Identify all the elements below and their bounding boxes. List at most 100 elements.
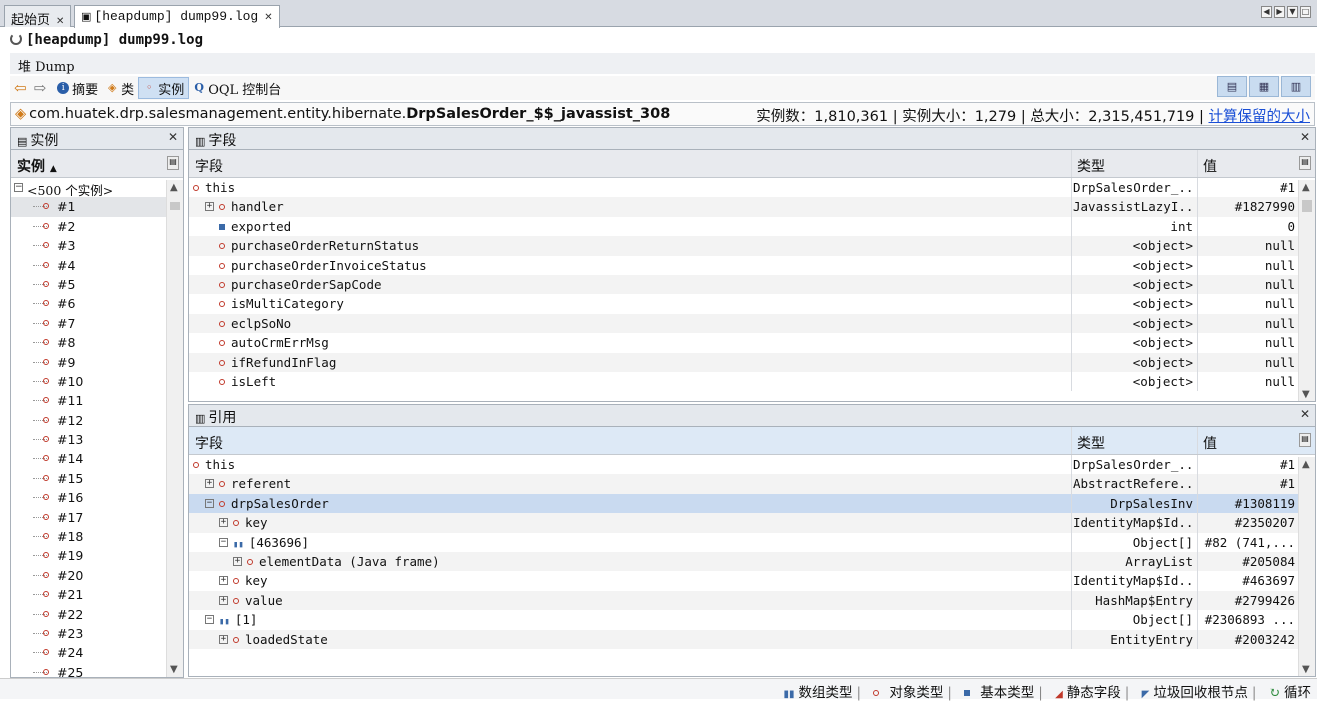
table-row[interactable]: + referent AbstractRefere... #1 bbox=[189, 474, 1315, 494]
instance-item[interactable]: #23 bbox=[11, 624, 183, 643]
table-row[interactable]: − ▮▮ [463696] Object[] #82 (741,... bbox=[189, 532, 1315, 552]
instance-item[interactable]: #15 bbox=[11, 469, 183, 488]
instance-item[interactable]: #22 bbox=[11, 605, 183, 624]
table-row[interactable]: − drpSalesOrder DrpSalesInv #1308119 bbox=[189, 493, 1315, 514]
instances-column-header[interactable]: 实例 ▲ ▤ bbox=[11, 150, 183, 178]
instance-item[interactable]: #13 bbox=[11, 430, 183, 449]
value-column-header[interactable]: 值 bbox=[1203, 433, 1217, 453]
table-row[interactable]: + value HashMap$Entry #2799426 bbox=[189, 590, 1315, 611]
instance-item[interactable]: #18 bbox=[11, 527, 183, 546]
close-icon[interactable]: ✕ bbox=[264, 12, 272, 23]
expand-icon[interactable]: + bbox=[205, 202, 214, 212]
value-column-header[interactable]: 值 bbox=[1203, 156, 1217, 176]
table-row[interactable]: isMultiCategory <object> null bbox=[189, 294, 1315, 314]
instance-item[interactable]: #10 bbox=[11, 372, 183, 391]
instance-item[interactable]: #6 bbox=[11, 294, 183, 313]
field-column-header[interactable]: 字段 bbox=[195, 433, 223, 453]
fields-scrollbar[interactable]: ▲ ▼ bbox=[1298, 180, 1315, 401]
field-column-header[interactable]: 字段 bbox=[195, 156, 223, 176]
oql-console-button[interactable]: Q OQL 控制台 bbox=[189, 77, 285, 99]
instance-item[interactable]: #9 bbox=[11, 353, 183, 372]
column-options-icon[interactable]: ▤ bbox=[1299, 156, 1311, 170]
instance-item[interactable]: #2 bbox=[11, 217, 183, 236]
type-column-header[interactable]: 类型 bbox=[1077, 156, 1105, 176]
instances-scrollbar[interactable]: ▲ ▼ bbox=[166, 180, 183, 677]
close-icon[interactable]: ✕ bbox=[1300, 130, 1310, 144]
table-row[interactable]: this DrpSalesOrder_... #1 bbox=[189, 178, 1315, 198]
classes-button[interactable]: ◈ 类 bbox=[102, 77, 138, 99]
expand-icon[interactable]: + bbox=[205, 479, 214, 489]
collapse-icon[interactable]: − bbox=[14, 183, 23, 192]
view-fields-icon[interactable]: ▦ bbox=[1249, 76, 1279, 97]
scroll-thumb[interactable] bbox=[1302, 200, 1312, 212]
collapse-icon[interactable]: − bbox=[205, 498, 214, 508]
instance-item[interactable]: #12 bbox=[11, 411, 183, 430]
column-options-icon[interactable]: ▤ bbox=[167, 156, 179, 170]
table-row[interactable]: this DrpSalesOrder_... #1 bbox=[189, 455, 1315, 475]
close-icon[interactable]: ✕ bbox=[168, 130, 178, 144]
instance-item[interactable]: #17 bbox=[11, 508, 183, 527]
instance-root[interactable]: − <500 个实例> bbox=[11, 178, 183, 198]
maximize-icon[interactable]: □ bbox=[1300, 6, 1311, 18]
table-row[interactable]: exported int 0 bbox=[189, 216, 1315, 237]
tab-start-page[interactable]: 起始页 ✕ bbox=[4, 5, 72, 28]
table-row[interactable]: − ▮▮ [1] Object[] #2306893 ... bbox=[189, 610, 1315, 630]
view-references-icon[interactable]: ▥ bbox=[1281, 76, 1311, 97]
view-details-icon[interactable]: ▤ bbox=[1217, 76, 1247, 97]
instance-item[interactable]: #3 bbox=[11, 236, 183, 255]
scroll-down-icon[interactable]: ▼ bbox=[1302, 664, 1310, 675]
instance-item[interactable]: #4 bbox=[11, 256, 183, 275]
table-row[interactable]: ifRefundInFlag <object> null bbox=[189, 352, 1315, 372]
collapse-icon[interactable]: − bbox=[205, 615, 214, 625]
collapse-icon[interactable]: − bbox=[219, 537, 228, 547]
references-scrollbar[interactable]: ▲ ▼ bbox=[1298, 457, 1315, 676]
summary-button[interactable]: i 摘要 bbox=[53, 77, 102, 99]
instance-item[interactable]: #20 bbox=[11, 566, 183, 585]
expand-icon[interactable]: + bbox=[219, 518, 228, 528]
instance-item[interactable]: #21 bbox=[11, 585, 183, 604]
table-row[interactable]: purchaseOrderReturnStatus <object> null bbox=[189, 236, 1315, 256]
table-row[interactable]: + loadedState EntityEntry #2003242 bbox=[189, 629, 1315, 649]
instance-item[interactable]: #5 bbox=[11, 275, 183, 294]
compute-retained-size-link[interactable]: 计算保留的大小 bbox=[1209, 109, 1311, 125]
scroll-down-icon[interactable]: ▼ bbox=[1302, 389, 1310, 400]
instance-item[interactable]: #11 bbox=[11, 391, 183, 410]
back-button[interactable]: ⇦ bbox=[10, 77, 34, 99]
table-row[interactable]: purchaseOrderSapCode <object> null bbox=[189, 274, 1315, 295]
expand-icon[interactable]: + bbox=[233, 556, 242, 566]
instance-item[interactable]: #7 bbox=[11, 314, 183, 333]
close-icon[interactable]: ✕ bbox=[1300, 407, 1310, 421]
instance-item[interactable]: #25 bbox=[11, 663, 183, 677]
instances-button[interactable]: ◦ 实例 bbox=[138, 77, 190, 99]
instance-item[interactable]: #19 bbox=[11, 546, 183, 565]
expand-icon[interactable]: + bbox=[219, 634, 228, 644]
forward-button[interactable]: ⇨ bbox=[34, 77, 54, 99]
close-icon[interactable]: ✕ bbox=[56, 16, 64, 27]
table-row[interactable]: + key IdentityMap$Id... #463697 bbox=[189, 571, 1315, 591]
instance-item[interactable]: #14 bbox=[11, 449, 183, 468]
instance-item[interactable]: #8 bbox=[11, 333, 183, 352]
column-options-icon[interactable]: ▤ bbox=[1299, 433, 1311, 447]
scroll-right-icon[interactable]: ▶ bbox=[1274, 6, 1285, 18]
table-row[interactable]: + handler JavassistLazyI... #1827990 bbox=[189, 197, 1315, 217]
tab-heapdump[interactable]: ▣ [heapdump] dump99.log ✕ bbox=[74, 5, 280, 28]
table-row[interactable]: purchaseOrderInvoiceStatus <object> null bbox=[189, 255, 1315, 275]
expand-icon[interactable]: + bbox=[219, 595, 228, 605]
table-row[interactable]: eclpSoNo <object> null bbox=[189, 313, 1315, 334]
scroll-down-icon[interactable]: ▼ bbox=[170, 664, 178, 675]
table-row[interactable]: + key IdentityMap$Id... #2350207 bbox=[189, 513, 1315, 533]
scroll-left-icon[interactable]: ◀ bbox=[1261, 6, 1272, 18]
table-row[interactable]: autoCrmErrMsg <object> null bbox=[189, 333, 1315, 353]
scroll-up-icon[interactable]: ▲ bbox=[170, 182, 178, 193]
table-row[interactable]: + elementData (Java frame) ArrayList #20508… bbox=[189, 551, 1315, 572]
scroll-up-icon[interactable]: ▲ bbox=[1302, 459, 1310, 470]
expand-icon[interactable]: + bbox=[219, 576, 228, 586]
scroll-up-icon[interactable]: ▲ bbox=[1302, 182, 1310, 193]
instance-item[interactable]: #16 bbox=[11, 488, 183, 507]
tab-list-icon[interactable]: ▼ bbox=[1287, 6, 1298, 18]
scroll-thumb[interactable] bbox=[170, 202, 180, 210]
type-column-header[interactable]: 类型 bbox=[1077, 433, 1105, 453]
table-row[interactable]: isLeft <object> null bbox=[189, 371, 1315, 392]
instance-item[interactable]: #24 bbox=[11, 643, 183, 662]
instance-item[interactable]: #1 bbox=[11, 197, 183, 217]
